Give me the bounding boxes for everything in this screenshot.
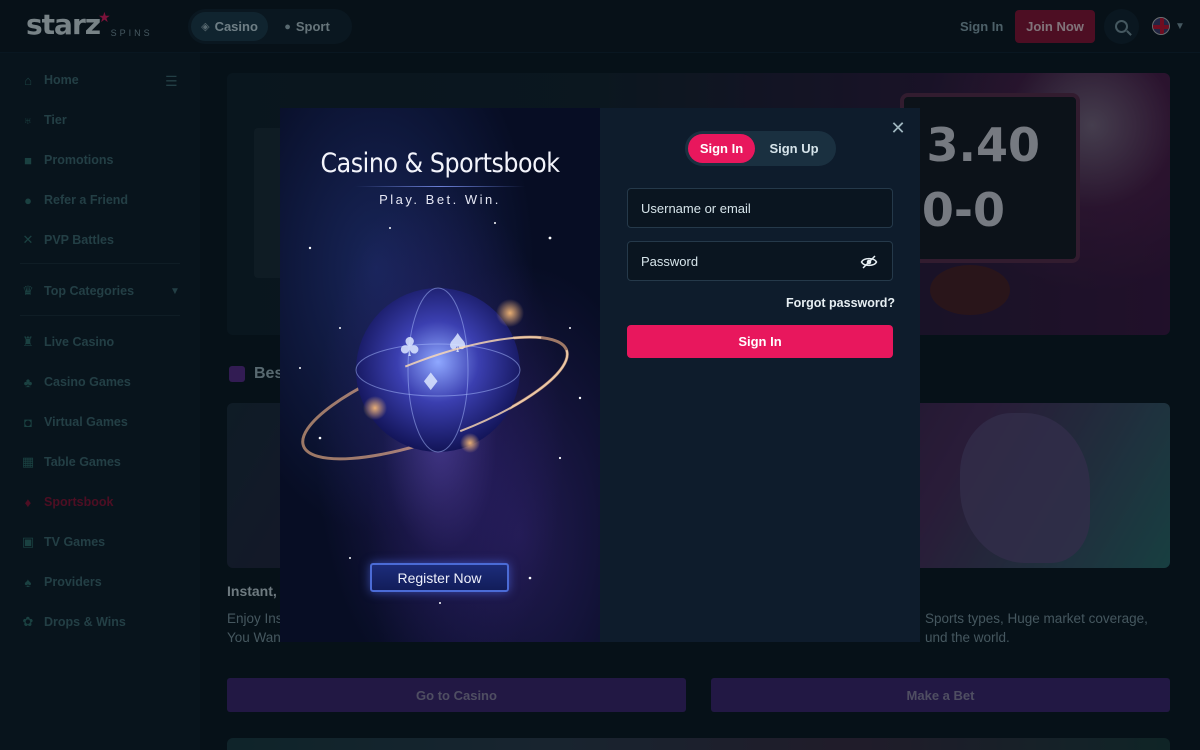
username-field[interactable] [627, 188, 893, 228]
forgot-password-link[interactable]: Forgot password? [786, 296, 895, 310]
close-icon[interactable]: ✕ [890, 119, 906, 137]
svg-text:♦: ♦ [420, 368, 442, 396]
auth-modal: ♣ ♠ ♦ Casino & Sportsbook Play. Bet. Win… [280, 108, 920, 642]
promo-divider [355, 186, 525, 187]
username-input[interactable] [641, 200, 861, 216]
galaxy-globe-illustration: ♣ ♠ ♦ [299, 222, 582, 604]
sign-in-submit-button[interactable]: Sign In [627, 325, 893, 358]
svg-text:♠: ♠ [446, 329, 469, 359]
svg-text:♣: ♣ [398, 333, 421, 363]
auth-form-panel: ✕ Sign In Sign Up Forgot password? Sign … [600, 108, 920, 642]
password-field[interactable] [627, 241, 893, 281]
tab-sign-up[interactable]: Sign Up [755, 134, 833, 163]
promo-panel: ♣ ♠ ♦ Casino & Sportsbook Play. Bet. Win… [280, 108, 600, 642]
register-now-button[interactable]: Register Now [370, 563, 509, 592]
password-input[interactable] [641, 253, 861, 269]
promo-subtitle: Play. Bet. Win. [379, 192, 501, 207]
eye-slash-icon[interactable] [860, 253, 878, 271]
auth-tab-switch: Sign In Sign Up [685, 131, 836, 166]
promo-title: Casino & Sportsbook [320, 148, 560, 179]
tab-sign-in[interactable]: Sign In [688, 134, 755, 163]
